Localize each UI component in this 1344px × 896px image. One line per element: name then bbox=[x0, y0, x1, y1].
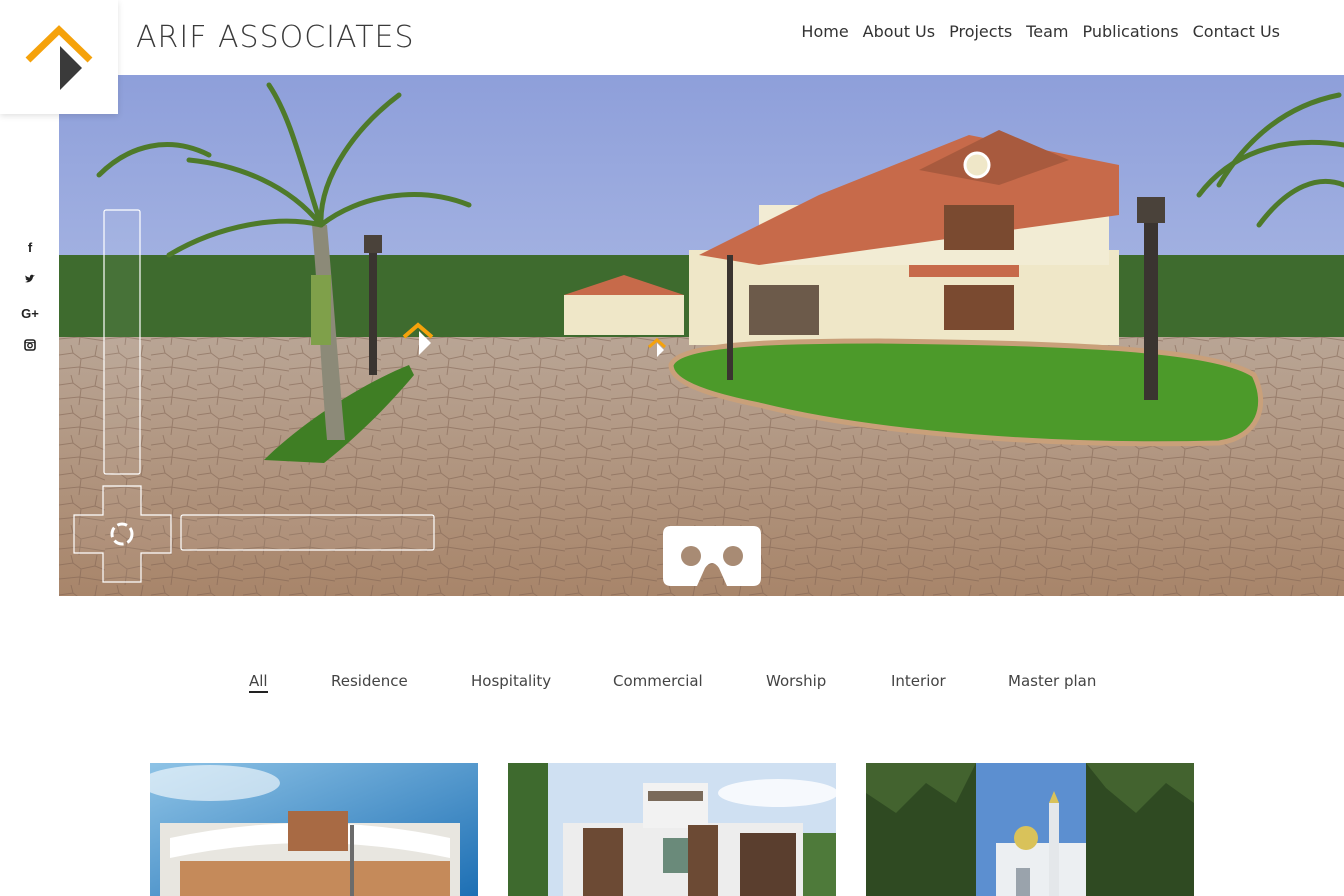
project-card-residence[interactable] bbox=[508, 763, 836, 896]
tab-all[interactable]: All bbox=[249, 672, 268, 693]
nav-team[interactable]: Team bbox=[1026, 22, 1068, 41]
main-nav: Home About Us Projects Team Publications… bbox=[801, 22, 1280, 41]
panorama-viewer[interactable] bbox=[59, 75, 1344, 596]
site-header: ARIF ASSOCIATES Home About Us Projects T… bbox=[0, 0, 1344, 114]
tab-master-plan[interactable]: Master plan bbox=[1008, 672, 1096, 690]
tab-worship[interactable]: Worship bbox=[766, 672, 826, 690]
commercial-building-thumbnail bbox=[150, 763, 478, 896]
instagram-icon[interactable] bbox=[18, 337, 42, 370]
project-card-worship[interactable] bbox=[866, 763, 1194, 896]
project-filter-tabs: All Residence Hospitality Commercial Wor… bbox=[0, 672, 1344, 702]
nav-contact-us[interactable]: Contact Us bbox=[1193, 22, 1280, 41]
nav-projects[interactable]: Projects bbox=[949, 22, 1012, 41]
project-card-commercial[interactable] bbox=[150, 763, 478, 896]
logo[interactable] bbox=[0, 0, 118, 114]
mosque-thumbnail bbox=[866, 763, 1194, 896]
nav-about-us[interactable]: About Us bbox=[863, 22, 935, 41]
tab-hospitality[interactable]: Hospitality bbox=[471, 672, 551, 690]
toolbar-strip[interactable] bbox=[180, 514, 436, 552]
social-links: f G+ bbox=[18, 238, 42, 370]
tab-interior[interactable]: Interior bbox=[891, 672, 946, 690]
facebook-icon[interactable]: f bbox=[18, 238, 42, 271]
pan-control[interactable] bbox=[73, 485, 173, 583]
google-plus-icon[interactable]: G+ bbox=[18, 304, 42, 337]
tab-commercial[interactable]: Commercial bbox=[613, 672, 703, 690]
nav-publications[interactable]: Publications bbox=[1082, 22, 1178, 41]
vr-headset-icon[interactable] bbox=[663, 526, 761, 586]
nav-home[interactable]: Home bbox=[801, 22, 848, 41]
zoom-slider[interactable] bbox=[103, 209, 143, 477]
twitter-icon[interactable] bbox=[18, 271, 42, 304]
brand-name: ARIF ASSOCIATES bbox=[136, 20, 415, 55]
residence-thumbnail bbox=[508, 763, 836, 896]
arrow-house-logo-icon bbox=[25, 25, 93, 90]
tab-residence[interactable]: Residence bbox=[331, 672, 408, 690]
